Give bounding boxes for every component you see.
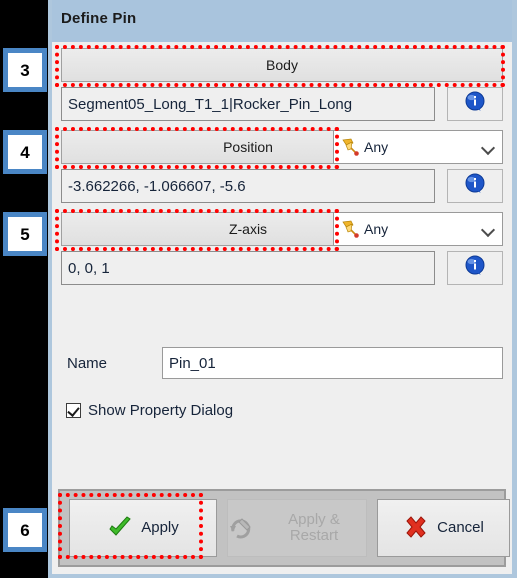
chevron-down-icon[interactable]	[476, 213, 502, 245]
body-value-row: Segment05_Long_T1_1|Rocker_Pin_Long	[61, 87, 503, 121]
info-bubble-icon	[464, 91, 486, 118]
snap-any-icon	[340, 219, 360, 239]
zaxis-section-label: Z-axis	[228, 221, 268, 237]
chevron-down-icon[interactable]	[476, 131, 502, 163]
step-badge-5-number: 5	[20, 224, 30, 244]
cancel-button-label: Cancel	[437, 519, 484, 537]
position-value-row: -3.662266, -1.066607, -5.6	[61, 169, 503, 203]
show-property-dialog-label: Show Property Dialog	[88, 402, 234, 419]
step-badge-3-number: 3	[20, 60, 30, 80]
zaxis-value-field[interactable]: 0, 0, 1	[61, 251, 435, 285]
zaxis-snap-combo[interactable]: Any	[333, 212, 503, 246]
define-pin-dialog: Define Pin Body Segment05_Long_T1_1|Rock…	[48, 0, 517, 578]
position-info-button[interactable]	[447, 169, 503, 203]
green-check-icon	[107, 515, 133, 541]
zaxis-info-button[interactable]	[447, 251, 503, 285]
dialog-title-bar: Define Pin	[52, 0, 512, 42]
checkmark-icon[interactable]	[66, 403, 81, 418]
step-badge-3: 3	[3, 48, 47, 92]
dialog-inner: Define Pin Body Segment05_Long_T1_1|Rock…	[52, 0, 512, 574]
position-section-label: Position	[223, 139, 273, 155]
info-bubble-icon	[464, 255, 486, 282]
step-badge-5: 5	[3, 212, 47, 256]
name-label: Name	[67, 355, 108, 372]
cancel-button[interactable]: Cancel	[377, 499, 510, 557]
position-value-field[interactable]: -3.662266, -1.066607, -5.6	[61, 169, 435, 203]
zaxis-section-row: Z-axis Any	[61, 212, 503, 246]
dialog-form-area: Body Segment05_Long_T1_1|Rocker_Pin_Long	[52, 42, 512, 574]
step-badge-6-number: 6	[20, 520, 30, 540]
body-section-button[interactable]: Body	[61, 48, 503, 82]
snap-any-icon	[340, 137, 360, 157]
zaxis-value-row: 0, 0, 1	[61, 251, 503, 285]
position-snap-label: Any	[364, 139, 389, 155]
info-bubble-icon	[464, 173, 486, 200]
body-value-field[interactable]: Segment05_Long_T1_1|Rocker_Pin_Long	[61, 87, 435, 121]
annotation-strip: 3 4 5 6	[0, 0, 48, 578]
apply-button[interactable]: Apply	[69, 499, 217, 557]
apply-restart-button: Apply & Restart	[227, 499, 367, 557]
page-title: Define Pin	[61, 10, 137, 27]
body-info-button[interactable]	[447, 87, 503, 121]
apply-button-label: Apply	[141, 519, 179, 537]
position-section-row: Position Any	[61, 130, 503, 164]
body-section-row: Body	[61, 48, 503, 82]
name-input[interactable]: Pin_01	[162, 347, 503, 379]
body-section-label: Body	[266, 57, 298, 73]
position-snap-combo[interactable]: Any	[333, 130, 503, 164]
step-badge-4: 4	[3, 130, 47, 174]
red-x-icon	[403, 515, 429, 541]
step-badge-4-number: 4	[20, 142, 30, 162]
show-property-dialog-row[interactable]: Show Property Dialog	[66, 402, 233, 419]
step-badge-6: 6	[3, 508, 47, 552]
zaxis-snap-label: Any	[364, 221, 389, 237]
restart-icon	[228, 515, 254, 541]
apply-restart-button-label: Apply & Restart	[288, 511, 340, 544]
dialog-button-panel: Apply Apply & Restart Cancel	[58, 489, 510, 567]
